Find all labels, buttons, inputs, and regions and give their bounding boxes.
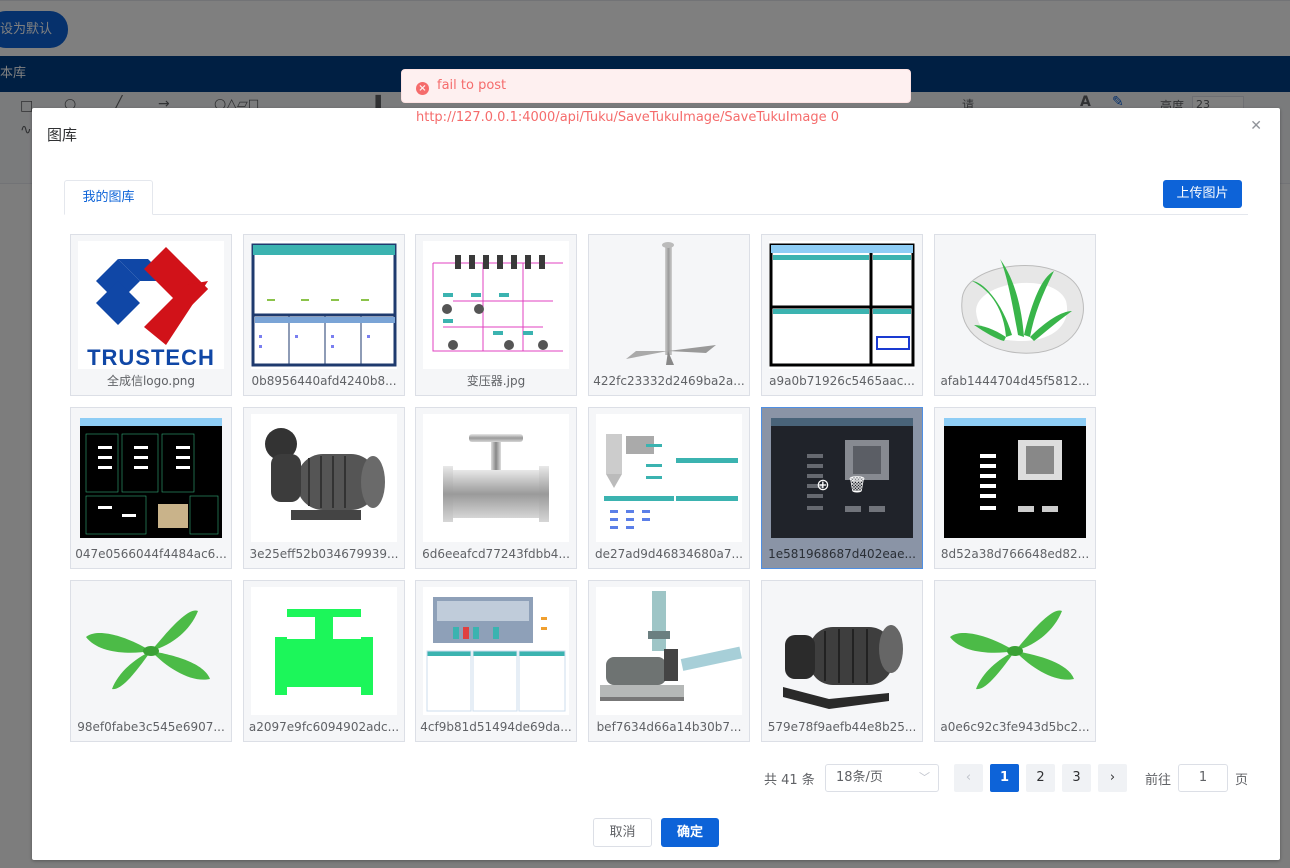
page-size-select[interactable]: 18条/页 ﹀ — [825, 764, 939, 792]
thumb-dashboard-blue — [251, 241, 397, 369]
image-caption: afab1444704d45f5812... — [940, 374, 1090, 388]
trustech-logo-text: TRUSTECH — [87, 345, 215, 369]
error-circle-icon: × — [416, 82, 429, 95]
toast-message: fail to post http://127.0.0.1:4000/api/T… — [416, 78, 840, 125]
thumb-green-rotor — [942, 241, 1088, 369]
image-card[interactable]: 0b8956440afd4240b8... — [243, 234, 405, 396]
image-card[interactable]: 047e0566044f4484ac6... — [70, 407, 232, 569]
thumb-green-valve — [251, 587, 397, 715]
thumb-green-propeller — [78, 587, 224, 715]
image-card[interactable]: 98ef0fabe3c545e6907... — [70, 580, 232, 742]
image-card[interactable]: 6d6eeafcd77243fdbb4... — [415, 407, 577, 569]
image-caption: de27ad9d46834680a7... — [594, 547, 743, 561]
image-card-selected[interactable]: ⊕ 🗑 1e581968687d402eae... — [761, 407, 923, 569]
image-caption: 422fc23332d2469ba2a... — [593, 374, 745, 388]
thumb-trustech-logo: TRUSTECH — [78, 241, 224, 369]
image-card[interactable]: 579e78f9aefb44e8b25... — [761, 580, 923, 742]
image-caption: a9a0b71926c5465aac... — [769, 374, 915, 388]
thumb-panel-quad — [769, 241, 915, 369]
image-card[interactable]: afab1444704d45f5812... — [934, 234, 1096, 396]
image-card[interactable]: de27ad9d46834680a7... — [588, 407, 750, 569]
chevron-down-icon: ﹀ — [919, 771, 930, 784]
image-caption: bef7634d66a14b30b7... — [596, 720, 742, 734]
page-button-3[interactable]: 3 — [1062, 764, 1091, 792]
image-caption: 4cf9b81d51494de69da... — [420, 720, 572, 734]
image-caption: 3e25eff52b034679939... — [249, 547, 399, 561]
thumb-pipe-valve — [423, 414, 569, 542]
tab-my-gallery[interactable]: 我的图库 — [64, 180, 153, 215]
chevron-right-icon[interactable]: › — [1098, 764, 1127, 792]
image-caption: 8d52a38d766648ed82... — [940, 547, 1090, 561]
image-caption: a2097e9fc6094902adc... — [248, 720, 400, 734]
image-card[interactable]: bef7634d66a14b30b7... — [588, 580, 750, 742]
image-caption: 6d6eeafcd77243fdbb4... — [422, 547, 570, 561]
goto-page-input[interactable]: 1 — [1178, 764, 1228, 792]
zoom-in-icon[interactable]: ⊕ — [812, 474, 834, 496]
thumb-pump-skid — [596, 587, 742, 715]
image-card[interactable]: 变压器.jpg — [415, 234, 577, 396]
thumb-circuit-diagram — [423, 241, 569, 369]
thumb-hvac-diagram — [423, 587, 569, 715]
gallery-tabs: 我的图库 — [64, 178, 1248, 215]
image-caption: 047e0566044f4484ac6... — [75, 547, 227, 561]
thumb-agitator-shaft — [596, 241, 742, 369]
image-card[interactable]: 4cf9b81d51494de69da... — [415, 580, 577, 742]
image-caption: 全成信logo.png — [106, 374, 196, 388]
image-card[interactable]: a9a0b71926c5465aac... — [761, 234, 923, 396]
image-card[interactable]: 8d52a38d766648ed82... — [934, 407, 1096, 569]
image-caption: a0e6c92c3fe943d5bc2... — [940, 720, 1090, 734]
goto-label: 前往 — [1145, 773, 1172, 788]
image-card[interactable]: a2097e9fc6094902adc... — [243, 580, 405, 742]
page-button-2[interactable]: 2 — [1026, 764, 1055, 792]
chevron-left-icon[interactable]: ‹ — [954, 764, 983, 792]
page-button-1[interactable]: 1 — [990, 764, 1019, 792]
confirm-button[interactable]: 确定 — [661, 818, 719, 847]
thumb-process-diagram — [596, 414, 742, 542]
total-count: 共 41 条 — [764, 773, 815, 788]
close-icon[interactable]: ✕ — [1250, 118, 1262, 134]
upload-image-button[interactable]: 上传图片 — [1163, 180, 1242, 208]
goto-unit: 页 — [1235, 773, 1249, 788]
trash-icon[interactable]: 🗑 — [846, 474, 868, 496]
thumb-green-propeller — [942, 587, 1088, 715]
image-card[interactable]: 3e25eff52b034679939... — [243, 407, 405, 569]
image-caption: 1e581968687d402eae... — [768, 547, 916, 561]
gallery-dialog: 图库 ✕ 我的图库 上传图片 TRUSTECH 全成信logo.png 0b89… — [32, 108, 1280, 860]
dialog-footer: 取消 确定 — [32, 818, 1280, 848]
error-toast: × fail to post http://127.0.0.1:4000/api/… — [401, 69, 911, 125]
image-caption: 98ef0fabe3c545e6907... — [77, 720, 225, 734]
hover-actions: ⊕ 🗑 — [812, 474, 872, 498]
dialog-title: 图库 — [47, 126, 78, 144]
image-caption: 变压器.jpg — [466, 374, 526, 388]
thumb-pump-motor-dark — [769, 587, 915, 715]
pagination: 共 41 条 18条/页 ﹀ ‹ 1 2 3 › 前往 1 页 — [32, 764, 1280, 792]
thumb-pump-motor — [251, 414, 397, 542]
image-card[interactable]: TRUSTECH 全成信logo.png — [70, 234, 232, 396]
page-size-value: 18条/页 — [836, 770, 883, 785]
thumb-dark-dashboard — [78, 414, 224, 542]
image-caption: 0b8956440afd4240b8... — [251, 374, 397, 388]
cancel-button[interactable]: 取消 — [593, 818, 652, 847]
thumb-dark-dashboard-chiller — [942, 414, 1088, 542]
image-caption: 579e78f9aefb44e8b25... — [767, 720, 917, 734]
image-card[interactable]: a0e6c92c3fe943d5bc2... — [934, 580, 1096, 742]
image-card[interactable]: 422fc23332d2469ba2a... — [588, 234, 750, 396]
